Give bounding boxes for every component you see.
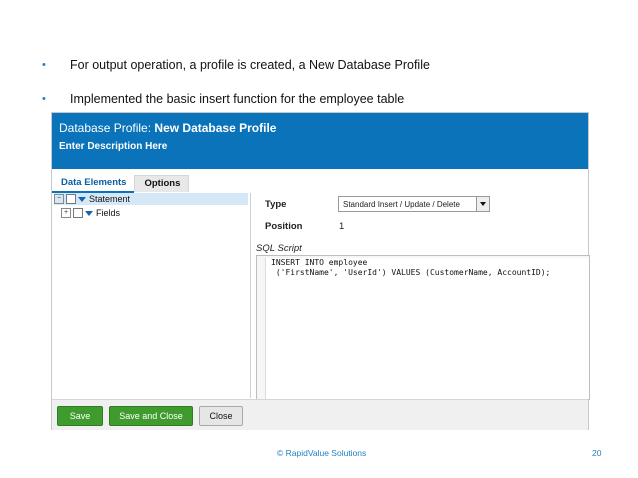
position-value: 1 (339, 221, 345, 232)
tree-item-label: Fields (96, 208, 121, 218)
tab-bar: Data Elements Options (52, 175, 190, 193)
sql-script-editor[interactable]: INSERT INTO employee ('FirstName', 'User… (256, 255, 590, 400)
checkbox[interactable] (73, 208, 83, 218)
save-and-close-button[interactable]: Save and Close (109, 406, 193, 426)
collapse-icon[interactable]: − (54, 194, 64, 204)
type-select[interactable]: Standard Insert / Update / Delete (338, 196, 490, 212)
profile-title-prefix: Database Profile: (59, 121, 152, 135)
triangle-down-icon (85, 210, 93, 216)
bullet-text: For output operation, a profile is creat… (70, 58, 430, 72)
database-profile-panel: Database Profile: New Database Profile E… (51, 112, 590, 430)
triangle-down-icon (78, 196, 86, 202)
bullet-item: • Implemented the basic insert function … (40, 90, 430, 108)
expand-icon[interactable]: + (61, 208, 71, 218)
save-button[interactable]: Save (57, 406, 103, 426)
profile-description[interactable]: Enter Description Here (59, 141, 167, 152)
profile-title: Database Profile: New Database Profile (59, 121, 276, 135)
sql-script-label: SQL Script (256, 243, 302, 254)
close-button[interactable]: Close (199, 406, 243, 426)
tree-item-label: Statement (89, 194, 131, 204)
page-number: 20 (592, 448, 602, 458)
bullet-text: Implemented the basic insert function fo… (70, 92, 405, 106)
sql-line: INSERT INTO employee (271, 258, 368, 267)
bullet-item: • For output operation, a profile is cre… (40, 56, 430, 74)
profile-header: Database Profile: New Database Profile E… (52, 113, 588, 169)
button-bar: Save Save and Close Close (52, 399, 588, 430)
tab-options[interactable]: Options (134, 175, 190, 192)
position-label: Position (265, 221, 303, 232)
sql-line: ('FirstName', 'UserId') VALUES (Customer… (271, 268, 551, 277)
data-elements-tree: − Statement + Fields (52, 193, 251, 398)
tree-item-statement[interactable]: − Statement (54, 193, 248, 205)
tab-data-elements[interactable]: Data Elements (52, 175, 135, 193)
bullet-dot: • (42, 59, 46, 71)
chevron-down-icon[interactable] (476, 197, 489, 211)
sql-script-text[interactable]: INSERT INTO employee ('FirstName', 'User… (265, 258, 589, 399)
checkbox[interactable] (66, 194, 76, 204)
bullet-dot: • (42, 93, 46, 105)
tree-item-fields[interactable]: + Fields (61, 207, 120, 219)
copyright-text: © RapidValue Solutions (277, 448, 367, 458)
profile-name[interactable]: New Database Profile (154, 121, 276, 135)
type-select-value: Standard Insert / Update / Delete (343, 199, 460, 209)
type-label: Type (265, 199, 287, 210)
